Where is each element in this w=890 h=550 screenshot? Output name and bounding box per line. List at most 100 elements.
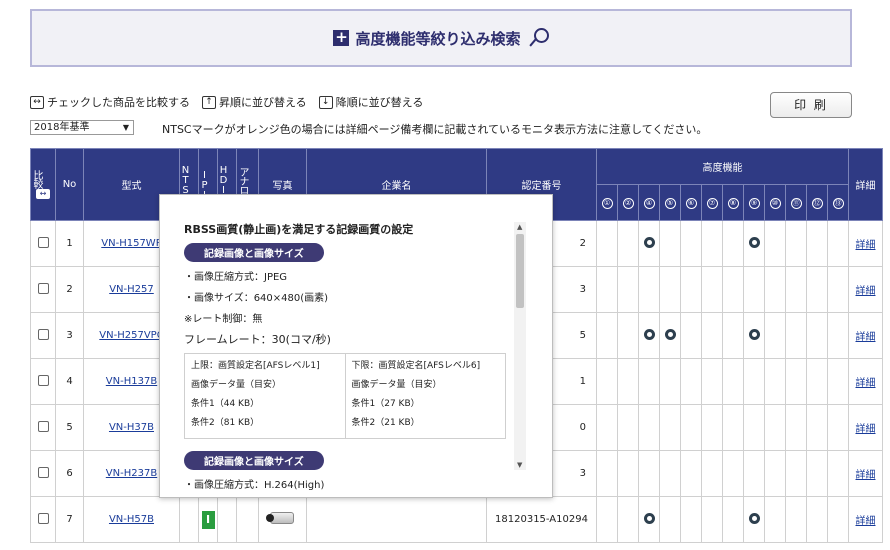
feature-header-8: ⑨ (743, 184, 765, 221)
feature-header-9: ⑩ (764, 184, 786, 221)
feature-header-4: ⑤ (659, 184, 681, 221)
table-row: 7 VN-H57B I 18120315-A10294 詳細 (30, 496, 883, 543)
sort-descending-link[interactable]: ↓ 降順に並び替える (318, 94, 423, 110)
feature-cell-6 (701, 404, 723, 451)
camera-photo[interactable] (265, 507, 300, 529)
model-link[interactable]: VN-H137B (106, 376, 157, 387)
feature-cell-10 (785, 496, 807, 543)
feature-cell-7 (722, 358, 744, 405)
feature-header-12: ⑬ (827, 184, 849, 221)
cert-number: 3 (579, 468, 586, 479)
year-standard-select[interactable]: 2018年基準 ▼ (30, 120, 134, 135)
chevron-down-icon: ▼ (122, 123, 129, 132)
compare-checkbox[interactable] (37, 512, 49, 524)
feature-cell-2 (617, 266, 639, 313)
model-link[interactable]: VN-H237B (106, 468, 157, 479)
feature-number-label: ① (601, 197, 613, 209)
compare-arrows-icon: ↔ (30, 95, 44, 109)
search-icon (529, 27, 549, 49)
feature-cell-5 (680, 220, 702, 267)
feature-cell-3 (638, 496, 660, 543)
compare-cell (30, 358, 56, 405)
model-link[interactable]: VN-H257VPC (99, 330, 163, 341)
feature-cell-5 (680, 266, 702, 313)
model-link[interactable]: VN-H37B (109, 422, 154, 433)
feature-number-label: ⑪ (790, 197, 802, 209)
photo-cell (258, 496, 307, 543)
detail-link[interactable]: 詳細 (856, 240, 876, 251)
row-number-text: 2 (66, 284, 73, 295)
detail-link[interactable]: 詳細 (856, 332, 876, 343)
compare-label: チェックした商品を比較する (47, 96, 190, 109)
model-link[interactable]: VN-H157WP (101, 238, 161, 249)
feature-cell-4 (659, 450, 681, 497)
model-link[interactable]: VN-H57B (109, 514, 154, 525)
compare-checkbox[interactable] (37, 466, 49, 478)
framerate-text: フレームレート：30(コマ/秒) (184, 333, 331, 346)
row-number-text: 3 (66, 330, 73, 341)
compare-checkbox[interactable] (37, 236, 49, 248)
feature-available-icon (748, 512, 760, 524)
advanced-search-banner[interactable]: + 高度機能等絞り込み検索 (30, 9, 852, 67)
feature-cell-5 (680, 358, 702, 405)
feature-cell-9 (764, 220, 786, 267)
compare-checkbox[interactable] (37, 282, 49, 294)
feature-cell-11 (806, 220, 828, 267)
feature-cell-10 (785, 450, 807, 497)
feature-number-label: ⑨ (748, 197, 760, 209)
model-cell: VN-H57B (83, 496, 180, 543)
cert-number: 2 (579, 238, 586, 249)
feature-cell-8 (743, 450, 765, 497)
rate-limit-text: ※レート制御：無 (184, 314, 263, 325)
compare-checkbox[interactable] (37, 374, 49, 386)
feature-cell-8 (743, 220, 765, 267)
popup-scrollbar[interactable]: ▲ ▼ (514, 222, 526, 470)
feature-number-label: ⑬ (832, 197, 844, 209)
row-number-text: 4 (66, 376, 73, 387)
detail-link[interactable]: 詳細 (856, 470, 876, 481)
feature-cell-1 (596, 404, 618, 451)
upper-condition-1: 条件1（44 KB） (191, 399, 260, 409)
model-link[interactable]: VN-H257 (109, 284, 154, 295)
detail-link[interactable]: 詳細 (856, 424, 876, 435)
row-number: 4 (55, 358, 84, 405)
feature-cell-12 (827, 358, 849, 405)
feature-cell-2 (617, 220, 639, 267)
row-number: 2 (55, 266, 84, 313)
scroll-down-icon[interactable]: ▼ (517, 461, 522, 469)
feature-cell-9 (764, 266, 786, 313)
detail-link[interactable]: 詳細 (856, 286, 876, 297)
lower-limit-label: 下限：画質設定名[AFSレベル6] (351, 361, 481, 371)
feature-cell-8 (743, 312, 765, 359)
feature-available-icon (643, 236, 655, 248)
upper-data-amount: 画像データ量（目安） (191, 380, 282, 390)
feature-cell-3 (638, 220, 660, 267)
feature-cell-2 (617, 312, 639, 359)
scrollbar-thumb[interactable] (516, 234, 524, 308)
compare-checkbox[interactable] (37, 328, 49, 340)
row-number: 1 (55, 220, 84, 267)
compare-checked-link[interactable]: ↔ チェックした商品を比較する (30, 94, 190, 110)
feature-header-7: ⑧ (722, 184, 744, 221)
feature-cell-2 (617, 358, 639, 405)
compare-checkbox[interactable] (37, 420, 49, 432)
feature-cell-3 (638, 266, 660, 313)
feature-header-11: ⑫ (806, 184, 828, 221)
print-button[interactable]: 印 刷 (770, 92, 852, 118)
detail-link[interactable]: 詳細 (856, 378, 876, 389)
feature-cell-12 (827, 496, 849, 543)
feature-cell-1 (596, 312, 618, 359)
arrow-down-icon: ↓ (318, 95, 333, 109)
scroll-up-icon[interactable]: ▲ (517, 223, 522, 231)
feature-number-label: ⑧ (727, 197, 739, 209)
sort-ascending-link[interactable]: ↑ 昇順に並び替える (202, 94, 307, 110)
feature-cell-12 (827, 220, 849, 267)
lower-data-amount: 画像データ量（目安） (351, 380, 442, 390)
plus-icon: + (333, 28, 350, 46)
row-number-text: 6 (66, 468, 73, 479)
feature-available-icon (748, 236, 760, 248)
feature-cell-6 (701, 266, 723, 313)
section-pill: 記録画像と画像サイズ (184, 243, 324, 262)
detail-link[interactable]: 詳細 (856, 516, 876, 527)
no-column-header[interactable]: No (55, 148, 84, 221)
